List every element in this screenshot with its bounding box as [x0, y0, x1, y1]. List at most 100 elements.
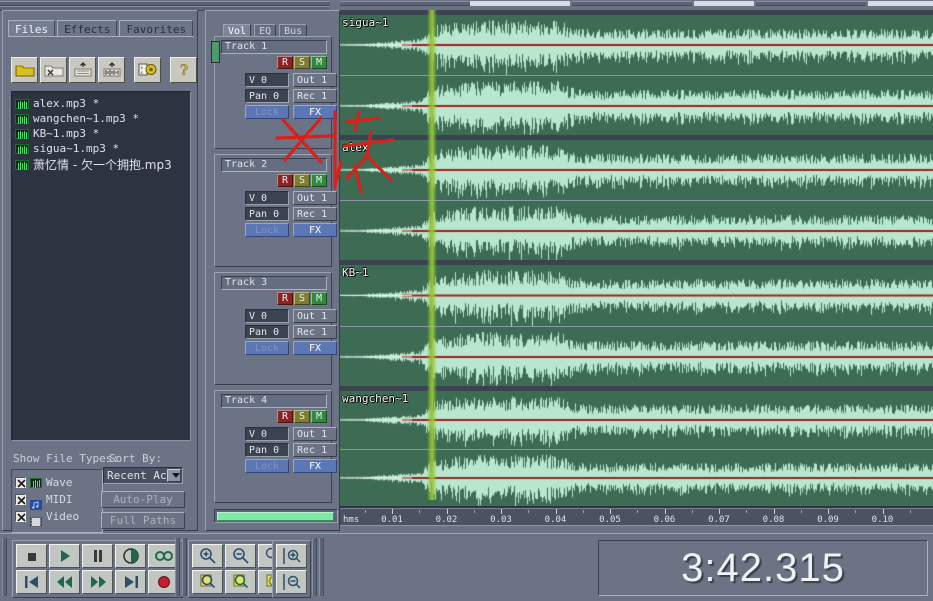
track-mute-button[interactable]: M [311, 410, 327, 423]
track-out-button[interactable]: Out 1 [293, 73, 337, 87]
track-volume-field[interactable]: V 0 [245, 73, 289, 87]
mixer-scrollbar[interactable] [214, 509, 338, 523]
track-rec-arm-button[interactable]: R [277, 410, 293, 423]
track-solo-button[interactable]: S [294, 410, 310, 423]
checkbox-checked-icon[interactable] [15, 511, 26, 522]
track-fx-button[interactable]: FX [293, 223, 337, 237]
track-name-field[interactable]: Track 1 [221, 40, 327, 54]
track-rec-arm-button[interactable]: R [277, 56, 293, 69]
folder-remove-icon[interactable] [40, 57, 67, 83]
file-list[interactable]: alex.mp3 * wangchen~1.mp3 * KB~1.mp3 * s… [11, 91, 191, 441]
track-name-field[interactable]: Track 4 [221, 394, 327, 408]
auto-play-button[interactable]: Auto-Play [101, 491, 185, 508]
tab-favorites[interactable]: Favorites [119, 20, 194, 37]
track-rec-input-button[interactable]: Rec 1 [293, 89, 337, 103]
timeline-minor-tick [419, 510, 421, 513]
time-display[interactable]: 3:42.315 [598, 540, 928, 596]
pause-button[interactable] [82, 544, 113, 568]
rewind-button[interactable] [49, 570, 80, 594]
checkbox-checked-icon[interactable] [15, 494, 26, 505]
timeline-label: 0.06 [653, 515, 676, 525]
track-rec-input-button[interactable]: Rec 1 [293, 443, 337, 457]
track-out-button[interactable]: Out 1 [293, 427, 337, 441]
mixer-track-3[interactable]: Track 3 R S M V 0 Out 1 Pan 0 Rec 1 Lock… [214, 272, 337, 385]
file-type-wave[interactable]: Wave [15, 474, 99, 491]
top-toolbar-strip [0, 0, 933, 11]
add-wave-icon[interactable] [98, 57, 125, 83]
zoom-horizontal-out-button[interactable] [276, 570, 307, 594]
zoom-in-button[interactable] [192, 544, 223, 568]
timeline-label: 0.02 [435, 515, 458, 525]
track-lock-button[interactable]: Lock [245, 105, 289, 119]
track-name-field[interactable]: Track 3 [221, 276, 327, 290]
playhead-cursor[interactable] [427, 10, 437, 500]
track-rec-input-button[interactable]: Rec 1 [293, 207, 337, 221]
track-out-button[interactable]: Out 1 [293, 309, 337, 323]
tab-effects[interactable]: Effects [57, 20, 118, 37]
track-volume-field[interactable]: V 0 [245, 191, 289, 205]
zoom-vertical-in-button[interactable] [192, 570, 223, 594]
help-icon[interactable]: ? [170, 57, 197, 83]
sort-by-select[interactable]: Recent Acc [103, 467, 183, 484]
list-item[interactable]: alex.mp3 * [15, 96, 187, 111]
track-name-field[interactable]: Track 2 [221, 158, 327, 172]
track-fx-button[interactable]: FX [293, 105, 337, 119]
mixer-scrollbar-thumb[interactable] [217, 512, 334, 521]
mixer-track-1[interactable]: Track 1 R S M V 0 Out 1 Pan 0 Rec 1 Lock… [211, 36, 337, 149]
track-pan-field[interactable]: Pan 0 [245, 325, 289, 339]
file-type-midi[interactable]: MIDI [15, 491, 99, 510]
track-solo-button[interactable]: S [294, 292, 310, 305]
toolbar-dock-mid2 [572, 1, 692, 6]
track-lock-button[interactable]: Lock [245, 341, 289, 355]
track-out-button[interactable]: Out 1 [293, 191, 337, 205]
timeline-label: 0.05 [599, 515, 621, 525]
zoom-out-button[interactable] [225, 544, 256, 568]
track-solo-button[interactable]: S [294, 56, 310, 69]
chevron-down-icon[interactable] [167, 469, 181, 482]
list-item[interactable]: sigua~1.mp3 * [15, 141, 187, 156]
punch-button[interactable] [115, 544, 146, 568]
list-item[interactable]: KB~1.mp3 * [15, 126, 187, 141]
waveform-area[interactable]: sigua~1 alex KB~1 wangchen~1 hms 0.01 0.… [340, 10, 933, 531]
track-rec-input-button[interactable]: Rec 1 [293, 325, 337, 339]
stop-button[interactable] [16, 544, 47, 568]
track-pan-field[interactable]: Pan 0 [245, 89, 289, 103]
tab-files[interactable]: Files [8, 20, 56, 37]
track-volume-field[interactable]: V 0 [245, 427, 289, 441]
rewind-to-start-button[interactable] [16, 570, 47, 594]
show-file-types-label: Show File Types: [13, 452, 119, 465]
zoom-vertical-out-button[interactable] [225, 570, 256, 594]
track-volume-field[interactable]: V 0 [245, 309, 289, 323]
track-lock-button[interactable]: Lock [245, 459, 289, 473]
timeline-tick [719, 509, 720, 514]
list-item[interactable]: wangchen~1.mp3 * [15, 111, 187, 126]
full-paths-button[interactable]: Full Paths [101, 512, 185, 529]
play-button[interactable] [49, 544, 80, 568]
track-pan-field[interactable]: Pan 0 [245, 443, 289, 457]
track-solo-button[interactable]: S [294, 174, 310, 187]
mixer-track-4[interactable]: Track 4 R S M V 0 Out 1 Pan 0 Rec 1 Lock… [214, 390, 337, 503]
track-fx-button[interactable]: FX [293, 341, 337, 355]
timeline-minor-tick [909, 510, 911, 513]
track-lock-button[interactable]: Lock [245, 223, 289, 237]
track-rec-arm-button[interactable]: R [277, 292, 293, 305]
add-file-icon[interactable] [69, 57, 96, 83]
track-pan-field[interactable]: Pan 0 [245, 207, 289, 221]
track-rec-arm-button[interactable]: R [277, 174, 293, 187]
fast-forward-button[interactable] [82, 570, 113, 594]
settings-icon[interactable]: xx [134, 57, 161, 83]
track-rsm-group: R S M [277, 410, 327, 423]
list-item[interactable]: 萧忆情 - 欠一个拥抱.mp3 [15, 156, 187, 173]
wave-icon [15, 159, 29, 170]
track-mute-button[interactable]: M [311, 56, 327, 69]
timeline-tick [773, 509, 775, 514]
track-mute-button[interactable]: M [311, 292, 327, 305]
file-type-video[interactable]: Video [15, 508, 99, 527]
forward-to-end-button[interactable] [115, 570, 146, 594]
track-mute-button[interactable]: M [311, 174, 327, 187]
mixer-track-2[interactable]: Track 2 R S M V 0 Out 1 Pan 0 Rec 1 Lock… [214, 154, 337, 267]
checkbox-checked-icon[interactable] [15, 477, 26, 488]
open-folder-icon[interactable] [11, 57, 38, 83]
track-fx-button[interactable]: FX [293, 459, 337, 473]
zoom-horizontal-in-button[interactable] [276, 544, 307, 568]
